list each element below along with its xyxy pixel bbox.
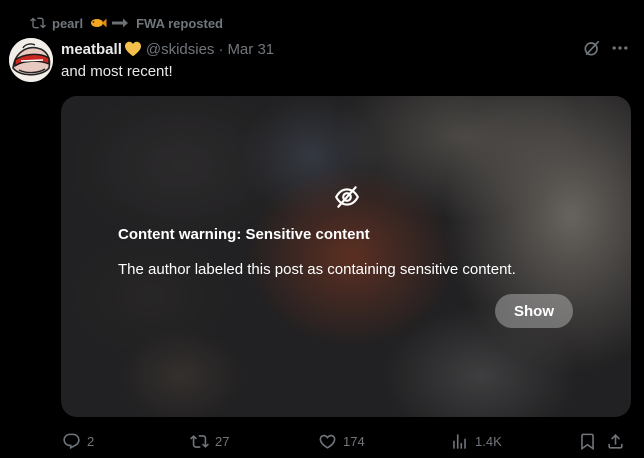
media-content-warning[interactable]: Content warning: Sensitive content The a… bbox=[61, 96, 631, 417]
repost-context: pearl FWA reposted bbox=[30, 13, 223, 33]
author-handle[interactable]: @skidsies bbox=[146, 41, 215, 58]
content-warning-body: The author labeled this post as containi… bbox=[118, 261, 516, 278]
tweet[interactable]: pearl FWA reposted meatball @skidsies · … bbox=[0, 0, 644, 458]
reply-action[interactable]: 2 bbox=[62, 430, 94, 452]
bookmark-icon bbox=[581, 433, 594, 450]
share-icon bbox=[608, 433, 623, 449]
yellow-heart-icon bbox=[124, 41, 141, 57]
share-action[interactable] bbox=[606, 430, 625, 452]
repost-action[interactable]: 27 bbox=[190, 430, 229, 452]
more-options-icon[interactable] bbox=[610, 38, 630, 58]
reposter-name[interactable]: pearl bbox=[52, 16, 83, 31]
bookmark-action[interactable] bbox=[578, 430, 597, 452]
tweet-text: and most recent! bbox=[61, 63, 173, 80]
views-action[interactable]: 1.4K bbox=[450, 430, 502, 452]
avatar[interactable] bbox=[9, 38, 53, 82]
content-warning-title: Content warning: Sensitive content bbox=[118, 226, 370, 243]
reply-icon bbox=[63, 433, 80, 449]
avatar-image bbox=[9, 38, 53, 82]
post-date[interactable]: Mar 31 bbox=[227, 41, 274, 58]
header-separator: · bbox=[218, 40, 224, 58]
blurred-media bbox=[61, 96, 631, 417]
soon-arrow-icon bbox=[112, 18, 129, 28]
like-action[interactable]: 174 bbox=[318, 430, 365, 452]
repost-icon bbox=[190, 434, 209, 448]
repost-suffix: FWA reposted bbox=[136, 15, 223, 31]
heart-icon bbox=[319, 434, 336, 449]
like-count: 174 bbox=[343, 433, 365, 449]
reply-count: 2 bbox=[87, 433, 95, 449]
grok-icon[interactable] bbox=[582, 38, 602, 58]
views-chart-icon bbox=[453, 433, 466, 449]
show-button[interactable]: Show bbox=[495, 294, 573, 328]
repost-count: 27 bbox=[215, 433, 230, 449]
repost-icon bbox=[30, 17, 46, 29]
reposter-emoji bbox=[89, 15, 130, 31]
views-count: 1.4K bbox=[475, 433, 502, 449]
eye-slash-icon bbox=[334, 186, 360, 208]
fish-icon bbox=[91, 18, 107, 28]
author-display-name[interactable]: meatball bbox=[61, 41, 122, 58]
tweet-header: meatball @skidsies · Mar 31 bbox=[61, 38, 274, 60]
